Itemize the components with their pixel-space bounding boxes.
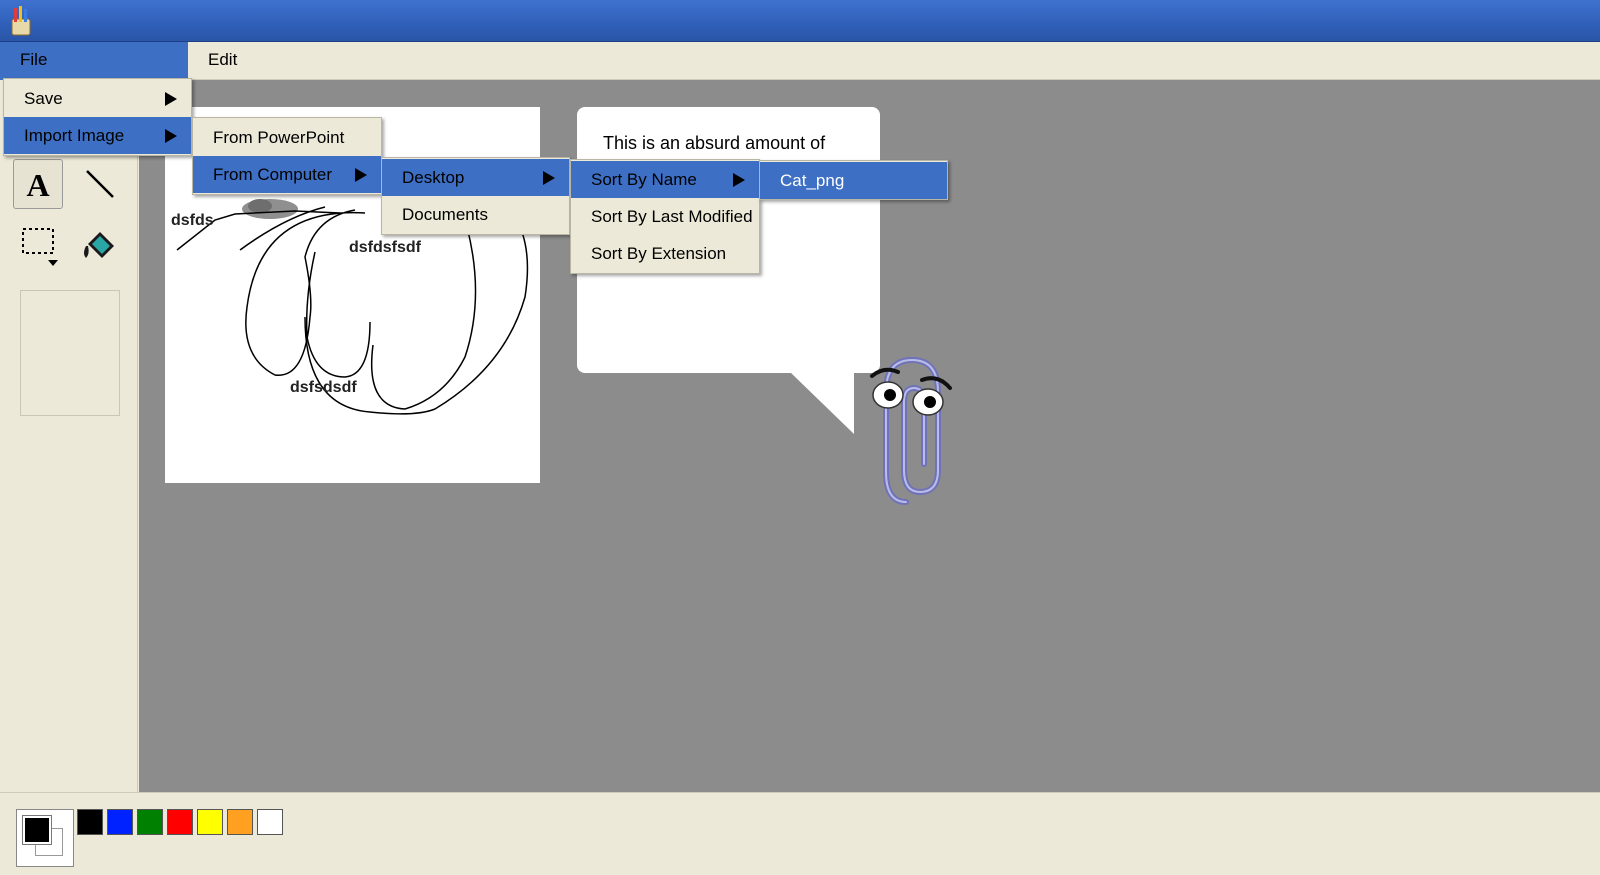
menu-item-desktop-label: Desktop [402,168,465,187]
swatch-blue[interactable] [107,809,133,835]
swatch-white[interactable] [257,809,283,835]
menu-item-import-image[interactable]: Import Image [4,117,191,154]
paint-bucket-icon [84,232,114,258]
paint-app-icon [11,6,31,36]
menu-item-save-label: Save [24,89,63,108]
tool-options-panel[interactable] [20,290,120,416]
menu-item-documents-label: Documents [402,205,488,224]
text-tool[interactable]: A [13,159,63,209]
svg-text:A: A [26,167,49,201]
menu-item-cat-png-label: Cat_png [780,171,845,190]
menu-item-sort-by-extension[interactable]: Sort By Extension [571,235,759,272]
menu-item-from-powerpoint[interactable]: From PowerPoint [193,119,381,156]
submenu-arrow-icon [165,92,177,106]
paperclip-assistant-icon[interactable] [866,352,962,510]
swatch-red[interactable] [167,809,193,835]
bubble-tail [790,372,854,434]
file-menu[interactable]: File [0,42,188,80]
canvas-text-2: dsfdsfsdf [349,239,421,256]
canvas-text-1: dsfds [171,212,214,229]
menu-item-sort-by-extension-label: Sort By Extension [591,244,727,263]
toolbox: A [0,80,138,792]
menu-item-sort-by-last-modified-label: Sort By Last Modified [591,207,753,226]
menu-item-from-powerpoint-label: From PowerPoint [213,128,345,147]
menu-item-sort-by-name-label: Sort By Name [591,170,697,189]
menu-item-cat-png[interactable]: Cat_png [760,162,947,199]
menu-item-documents[interactable]: Documents [382,196,569,233]
file-dropdown: Save Import Image [3,78,192,156]
swatch-yellow[interactable] [197,809,223,835]
menu-item-desktop[interactable]: Desktop [382,159,569,196]
menu-item-sort-by-name[interactable]: Sort By Name [571,161,759,198]
submenu-arrow-icon [355,168,367,182]
edit-menu[interactable]: Edit [188,42,268,80]
menu-item-save[interactable]: Save [4,80,191,117]
menu-bar: File Edit [0,42,1600,80]
current-color-indicator[interactable] [16,809,74,867]
menu-item-from-computer[interactable]: From Computer [193,156,381,193]
text-tool-icon: A [26,167,49,201]
submenu-arrow-icon [543,171,555,185]
import-image-submenu: From PowerPoint From Computer [192,117,382,195]
submenu-arrow-icon [165,129,177,143]
edit-menu-label: Edit [208,50,238,69]
files-submenu: Cat_png [759,160,948,200]
title-bar [0,0,1600,42]
select-tool[interactable] [13,221,63,271]
swatch-black[interactable] [77,809,103,835]
bubble-text: This is an absurd amount of [603,133,826,153]
menu-item-sort-by-last-modified[interactable]: Sort By Last Modified [571,198,759,235]
line-tool[interactable] [75,159,125,209]
menu-item-from-computer-label: From Computer [213,165,333,184]
from-computer-submenu: Desktop Documents [381,157,570,235]
fill-tool[interactable] [75,221,125,271]
foreground-color [22,815,52,845]
menu-item-import-image-label: Import Image [24,126,125,145]
file-menu-label: File [20,50,48,69]
submenu-arrow-icon [733,173,745,187]
swatch-green[interactable] [137,809,163,835]
swatch-orange[interactable] [227,809,253,835]
canvas-text-3: dsfsdsdf [290,379,357,396]
rect-select-icon [22,228,58,266]
line-tool-icon [86,170,114,198]
sort-submenu: Sort By Name Sort By Last Modified Sort … [570,159,760,274]
